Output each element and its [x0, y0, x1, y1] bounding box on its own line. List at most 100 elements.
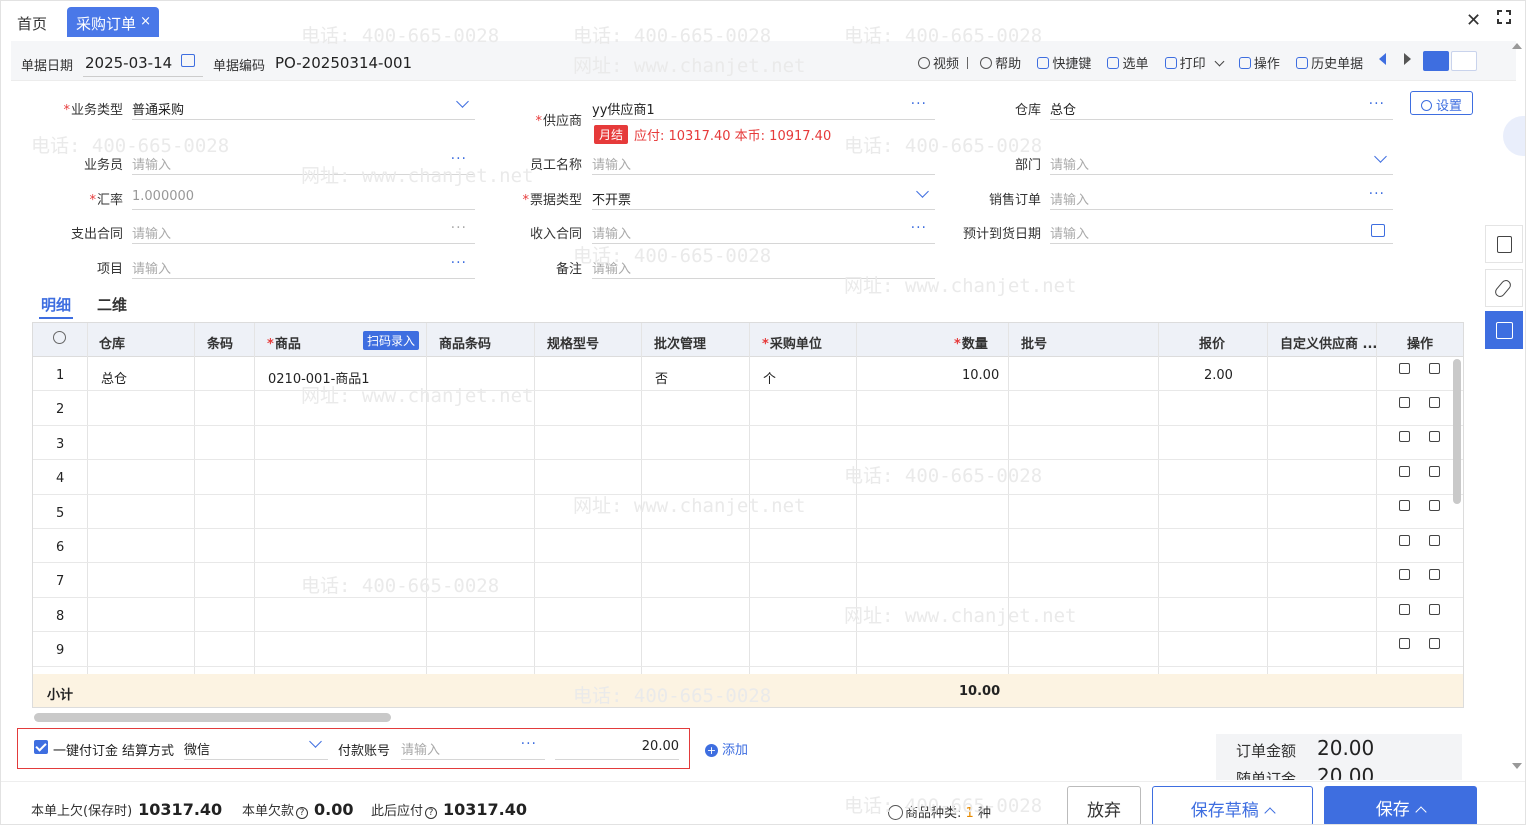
deposit-amount-field[interactable]: 20.00 [555, 738, 679, 760]
add-payment-link[interactable]: + 添加 [705, 739, 748, 758]
delete-row-icon[interactable] [1399, 466, 1410, 477]
more-icon[interactable]: ··· [911, 96, 927, 112]
settings-button[interactable]: 设置 [1410, 91, 1473, 115]
business-type-select[interactable]: 普通采购 [132, 95, 475, 120]
more-icon[interactable]: ··· [451, 151, 467, 167]
print-button[interactable]: 打印 [1164, 53, 1225, 72]
employee-field[interactable]: 请输入 [592, 153, 935, 175]
code-value[interactable]: PO-20250314-001 [275, 54, 412, 72]
tab-2d[interactable]: 二维 [97, 294, 127, 315]
save-draft-button[interactable]: 保存草稿 [1152, 786, 1313, 824]
copy-row-icon[interactable] [1429, 431, 1440, 442]
shortcut-button[interactable]: 快捷键 [1037, 53, 1091, 72]
table-row[interactable]: 2 [33, 391, 1463, 426]
next-doc-icon[interactable] [1404, 53, 1411, 65]
table-horizontal-scrollbar[interactable] [34, 713, 391, 722]
col-batch-no[interactable]: 批号 [1021, 333, 1047, 352]
tab-home[interactable]: 首页 [17, 13, 47, 34]
plus-icon: + [705, 744, 718, 757]
sales-order-field[interactable]: 请输入 ··· [1050, 186, 1393, 210]
select-doc-button[interactable]: 选单 [1107, 53, 1148, 72]
col-price[interactable]: 报价 [1199, 333, 1225, 352]
card-view-icon[interactable] [1451, 51, 1477, 71]
discard-button[interactable]: 放弃 [1067, 786, 1141, 824]
table-row[interactable]: 4 [33, 460, 1463, 495]
history-button[interactable]: 历史单据 [1296, 53, 1363, 72]
table-row[interactable]: 8 [33, 598, 1463, 633]
copy-row-icon[interactable] [1429, 638, 1440, 649]
table-row[interactable]: 5 [33, 495, 1463, 529]
video-button[interactable]: 视频 [918, 53, 959, 72]
operation-button[interactable]: 操作 [1238, 53, 1280, 72]
save-button[interactable]: 保存 [1324, 786, 1477, 824]
more-icon[interactable]: ··· [1369, 186, 1385, 202]
column-settings-icon[interactable] [53, 331, 66, 348]
expense-contract-field[interactable]: 请输入 ··· [132, 220, 475, 244]
copy-row-icon[interactable] [1429, 569, 1440, 580]
more-icon[interactable]: ··· [1369, 96, 1385, 112]
chevron-down-icon[interactable] [1214, 56, 1225, 67]
col-quantity[interactable]: *数量 [954, 333, 988, 352]
col-batch-mgmt[interactable]: 批次管理 [654, 333, 706, 352]
copy-row-icon[interactable] [1429, 500, 1440, 511]
scan-entry-button[interactable]: 扫码录入 [363, 331, 420, 350]
col-purchase-unit[interactable]: *采购单位 [762, 333, 822, 352]
table-vertical-scrollbar[interactable] [1453, 359, 1461, 504]
delete-row-icon[interactable] [1399, 638, 1410, 649]
one-click-deposit-checkbox[interactable] [34, 740, 48, 754]
question-icon[interactable]: ? [296, 807, 309, 819]
tab-detail[interactable]: 明细 [41, 294, 71, 315]
tab-purchase-order[interactable]: 采购订单 × [67, 7, 159, 37]
settlement-method-select[interactable]: 微信 [184, 735, 328, 760]
delete-row-icon[interactable] [1399, 569, 1410, 580]
fullscreen-icon[interactable] [1497, 10, 1511, 24]
salesman-field[interactable]: 请输入 ··· [132, 151, 475, 175]
date-value[interactable]: 2025-03-14 [85, 54, 172, 72]
table-row[interactable]: 9 [33, 632, 1463, 667]
invoice-type-select[interactable]: 不开票 [592, 185, 935, 210]
copy-row-icon[interactable] [1429, 535, 1440, 546]
warehouse-field[interactable]: 总仓 ··· [1050, 96, 1393, 120]
delete-row-icon[interactable] [1399, 397, 1410, 408]
more-icon[interactable]: ··· [451, 255, 467, 271]
delete-row-icon[interactable] [1399, 535, 1410, 546]
remark-field[interactable]: 请输入 [592, 257, 935, 279]
table-row[interactable]: 7 [33, 563, 1463, 598]
income-contract-field[interactable]: 请输入 ··· [592, 220, 935, 244]
calendar-icon[interactable] [1371, 224, 1385, 237]
more-icon[interactable]: ··· [451, 220, 467, 236]
tab-close-icon[interactable]: × [140, 14, 151, 29]
delete-row-icon[interactable] [1399, 363, 1410, 374]
col-warehouse[interactable]: 仓库 [99, 333, 125, 352]
project-field[interactable]: 请输入 ··· [132, 255, 475, 279]
col-barcode[interactable]: 条码 [207, 333, 233, 352]
col-spec[interactable]: 规格型号 [547, 333, 599, 352]
copy-row-icon[interactable] [1429, 363, 1440, 374]
more-icon[interactable]: ··· [911, 220, 927, 236]
delete-row-icon[interactable] [1399, 604, 1410, 615]
col-product-barcode[interactable]: 商品条码 [439, 333, 491, 352]
question-icon[interactable]: ? [425, 807, 438, 819]
exchange-rate-field[interactable]: 1.000000 [132, 188, 475, 210]
more-icon[interactable]: ··· [521, 736, 537, 752]
help-button[interactable]: 帮助 [980, 53, 1021, 72]
window-close-icon[interactable]: ✕ [1466, 10, 1481, 31]
delete-row-icon[interactable] [1399, 500, 1410, 511]
payment-account-field[interactable]: 请输入 ··· [401, 736, 545, 760]
table-row[interactable]: 6 [33, 529, 1463, 564]
page-vertical-scrollbar[interactable] [1511, 41, 1525, 781]
table-row[interactable]: 3 [33, 426, 1463, 461]
expected-date-field[interactable]: 请输入 [1050, 222, 1393, 244]
col-product[interactable]: *商品 [267, 333, 301, 352]
delete-row-icon[interactable] [1399, 431, 1410, 442]
list-view-icon[interactable] [1423, 51, 1449, 71]
copy-row-icon[interactable] [1429, 466, 1440, 477]
prev-doc-icon[interactable] [1379, 53, 1386, 65]
table-row[interactable]: 1 总仓 0210-001-商品1 否 个 10.00 2.00 [33, 357, 1463, 392]
copy-row-icon[interactable] [1429, 397, 1440, 408]
department-select[interactable]: 请输入 [1050, 150, 1393, 175]
calendar-icon[interactable] [181, 54, 195, 67]
copy-row-icon[interactable] [1429, 604, 1440, 615]
col-custom-supplier[interactable]: 自定义供应商 ... [1280, 333, 1377, 352]
supplier-field[interactable]: yy供应商1 ··· [592, 96, 935, 120]
